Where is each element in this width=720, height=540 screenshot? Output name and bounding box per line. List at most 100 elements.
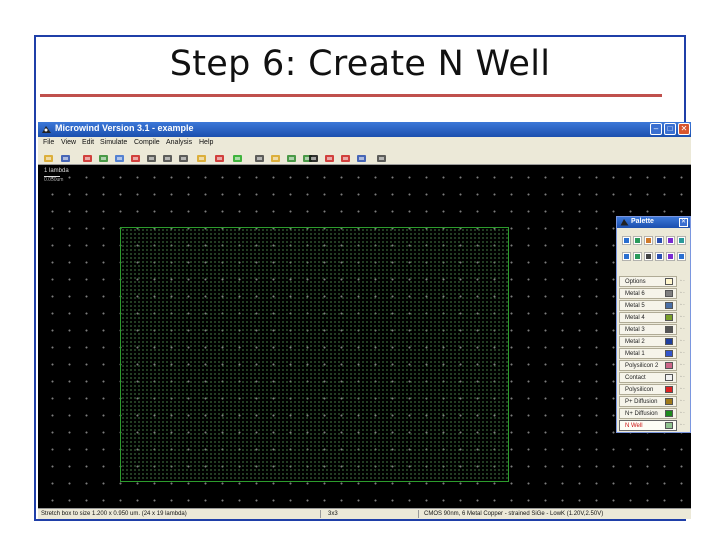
stretch-icon[interactable]	[98, 151, 109, 162]
measure-icon[interactable]	[214, 151, 225, 162]
view-cross-section-icon[interactable]	[196, 151, 207, 162]
layer-label: P+ Diffusion	[625, 399, 658, 405]
capacitor-tool-icon[interactable]	[655, 248, 664, 261]
stack-tool-icon[interactable]	[677, 232, 686, 245]
cmos-tool-icon[interactable]	[622, 248, 631, 261]
layer-item[interactable]: Metal 6	[619, 288, 677, 299]
window-titlebar[interactable]: Microwind Version 3.1 - example – □ ✕	[38, 122, 691, 137]
palette-tools	[619, 230, 689, 274]
arrows-icon[interactable]	[376, 151, 387, 162]
palette-title: Palette	[631, 218, 654, 225]
zoom-fit-icon[interactable]	[178, 151, 189, 162]
scale-value: 0.050um	[44, 177, 64, 183]
layer-visibility-icon[interactable]: ◦ ·	[680, 410, 688, 416]
layer-visibility-icon[interactable]: ◦ ·	[680, 362, 688, 368]
layer-item[interactable]: Contact	[619, 372, 677, 383]
key-icon[interactable]	[270, 151, 281, 162]
layer-item[interactable]: Metal 4	[619, 312, 677, 323]
pmos-tool-icon[interactable]	[633, 232, 642, 245]
menu-help[interactable]: Help	[199, 137, 213, 148]
draw-box-icon[interactable]	[82, 151, 93, 162]
menu-edit[interactable]: Edit	[82, 137, 94, 148]
chart-icon[interactable]	[340, 151, 351, 162]
inductor-tool-icon[interactable]	[666, 248, 675, 261]
layer-visibility-icon[interactable]: ◦ ·	[680, 338, 688, 344]
palette-panel: Palette ✕ Options ◦ · Metal 6 ◦ · Metal 5 ◦ ·…	[616, 216, 691, 433]
palette-close-button[interactable]: ✕	[679, 218, 688, 227]
layer-label: N Well	[625, 423, 643, 429]
status-divider	[418, 510, 419, 518]
minimize-button[interactable]: –	[650, 123, 662, 135]
contact-tool-icon[interactable]	[644, 232, 653, 245]
open-folder-icon[interactable]	[43, 151, 54, 162]
layer-item[interactable]: N Well	[619, 420, 677, 431]
toolbar	[38, 148, 691, 165]
layer-visibility-icon[interactable]: ◦ ·	[680, 290, 688, 296]
diode-tool-icon[interactable]	[633, 248, 642, 261]
pad-tool-icon[interactable]	[666, 232, 675, 245]
layer-item[interactable]: Metal 5	[619, 300, 677, 311]
layer-label: Contact	[625, 375, 646, 381]
layer-color-swatch	[665, 278, 673, 285]
layer-item[interactable]: Metal 1	[619, 348, 677, 359]
nmos-tool-icon[interactable]	[622, 232, 631, 245]
layer-item[interactable]: Polysilicon	[619, 384, 677, 395]
status-grid: 3x3	[328, 511, 338, 517]
layout-canvas[interactable]: 1 lambda 0.050um Palette ✕ Options ◦ · Met…	[38, 165, 691, 508]
menu-file[interactable]: File	[43, 137, 54, 148]
layer-label: Metal 6	[625, 291, 645, 297]
layer-visibility-icon[interactable]: ◦ ·	[680, 314, 688, 320]
layer-color-swatch	[665, 374, 673, 381]
layer-label: Polysilicon	[625, 387, 654, 393]
save-icon[interactable]	[60, 151, 71, 162]
layer-visibility-icon[interactable]: ◦ ·	[680, 386, 688, 392]
menu-view[interactable]: View	[61, 137, 76, 148]
layer-visibility-icon[interactable]: ◦ ·	[680, 398, 688, 404]
layer-visibility-icon[interactable]: ◦ ·	[680, 278, 688, 284]
layer-visibility-icon[interactable]: ◦ ·	[680, 326, 688, 332]
layer-item[interactable]: Metal 3	[619, 324, 677, 335]
copy-icon[interactable]	[114, 151, 125, 162]
via-tool-icon[interactable]	[655, 232, 664, 245]
slide-title: Step 6: Create N Well	[169, 44, 551, 84]
close-button[interactable]: ✕	[678, 123, 690, 135]
text-icon[interactable]	[324, 151, 335, 162]
layer-color-swatch	[665, 338, 673, 345]
layer-item[interactable]: Options	[619, 276, 677, 287]
maximize-button[interactable]: □	[664, 123, 676, 135]
layer-color-swatch	[665, 386, 673, 393]
layer-visibility-icon[interactable]: ◦ ·	[680, 350, 688, 356]
layer-label: N+ Diffusion	[625, 411, 658, 417]
wire-tool-icon[interactable]	[677, 248, 686, 261]
layer-item[interactable]: Metal 2	[619, 336, 677, 347]
library-icon[interactable]	[286, 151, 297, 162]
palette-titlebar[interactable]: Palette ✕	[617, 217, 690, 228]
layer-color-swatch	[665, 350, 673, 357]
layer-visibility-icon[interactable]: ◦ ·	[680, 302, 688, 308]
menu-simulate[interactable]: Simulate	[100, 137, 127, 148]
lambda-icon[interactable]	[308, 151, 319, 162]
cut-icon[interactable]	[130, 151, 141, 162]
menu-compile[interactable]: Compile	[134, 137, 160, 148]
layer-color-swatch	[665, 398, 673, 405]
resistor-tool-icon[interactable]	[644, 248, 653, 261]
run-simulation-icon[interactable]	[232, 151, 243, 162]
status-technology: CMOS 90nm, 6 Metal Copper - strained SiG…	[424, 511, 604, 517]
layer-visibility-icon[interactable]: ◦ ·	[680, 422, 688, 428]
n-well-box[interactable]	[120, 227, 509, 482]
layer-visibility-icon[interactable]: ◦ ·	[680, 374, 688, 380]
status-divider	[320, 510, 321, 518]
layer-label: Metal 1	[625, 351, 645, 357]
menu-analysis[interactable]: Analysis	[166, 137, 192, 148]
layer-label: Polysilicon 2	[625, 363, 659, 369]
menu-bar: File View Edit Simulate Compile Analysis…	[38, 137, 691, 148]
layer-label: Options	[625, 279, 646, 285]
graph-icon[interactable]	[356, 151, 367, 162]
connection-icon[interactable]	[254, 151, 265, 162]
zoom-out-icon[interactable]	[162, 151, 173, 162]
layer-item[interactable]: P+ Diffusion	[619, 396, 677, 407]
zoom-in-icon[interactable]	[146, 151, 157, 162]
layer-item[interactable]: N+ Diffusion	[619, 408, 677, 419]
layer-item[interactable]: Polysilicon 2	[619, 360, 677, 371]
microwind-window: Microwind Version 3.1 - example – □ ✕ Fi…	[38, 122, 691, 519]
